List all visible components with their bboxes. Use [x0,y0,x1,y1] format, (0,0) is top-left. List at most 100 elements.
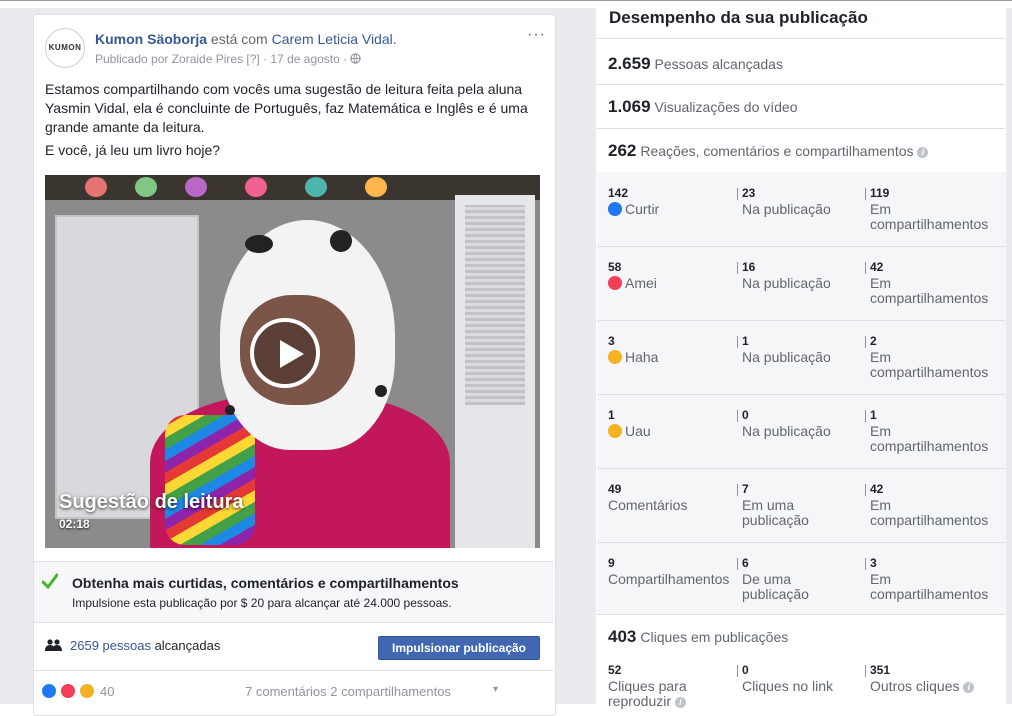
metric-label: Visualizações do vídeo [654,99,798,115]
cell-label: Em compartilhamentos [870,497,989,528]
with-text: está com [207,31,272,47]
video-player[interactable]: Sugestão de leitura 02:18 [45,175,540,548]
video-scene [375,385,387,397]
cell-value: 42 [870,260,884,274]
post-header: Kumon Säoborja está com Carem Leticia Vi… [95,30,397,48]
cell-value: 49 [608,482,622,496]
cell-value: 6 [742,556,749,570]
divider [865,188,866,200]
cell-label: Cliques para reproduzir i [608,679,728,709]
cell-label: Curtir [608,202,736,217]
metric-value: 1.069 [608,97,651,116]
post-paragraph: Estamos compartilhando com vocês uma sug… [45,81,528,135]
engagement-breakdown [597,172,1006,614]
divider [737,188,738,200]
breakdown-shares-cell: 2 Em compartilhamentos [870,334,1000,380]
metric-value: 403 [608,627,637,646]
breakdown-total-cell: 3 Haha [608,334,736,365]
cell-label: Na publicação [742,423,831,439]
cell-value: 9 [608,556,615,570]
divider [34,670,553,671]
breakdown-post-cell: 23 Na publicação [742,186,854,217]
divider [737,410,738,422]
divider [865,336,866,348]
divider [865,665,866,677]
cell-label: Na publicação [742,275,831,291]
cell-value: 119 [870,186,890,200]
like-icon [608,202,622,216]
cell-value: 1 [608,408,615,422]
video-scene [330,230,352,252]
haha-reaction-icon [79,683,95,699]
clicks-play-cell: 52 Cliques para reproduzir i [608,663,728,709]
love-icon [608,276,622,290]
post-text: Estamos compartilhando com vocês uma sug… [45,80,545,164]
cell-value: 3 [608,334,615,348]
divider [598,542,1005,543]
cell-value: 52 [608,663,622,677]
video-scene [165,415,255,545]
divider [597,614,1005,615]
reach-suffix: alcançadas [150,638,221,653]
metric-label: Cliques em publicações [640,629,789,645]
cell-label: Em compartilhamentos [870,349,989,380]
divider [597,84,1005,85]
clicks-link-cell: 0 Cliques no link [742,663,857,694]
page-avatar[interactable]: KUMON [45,28,85,68]
video-scene [135,177,157,197]
people-icon [45,639,62,651]
metric-label: Pessoas alcançadas [654,56,783,72]
cell-label: Outros cliques i [870,679,1000,694]
page-name-link[interactable]: Kumon Säoborja [95,31,207,47]
breakdown-total-cell: 9 Compartilhamentos [608,556,736,587]
divider [865,484,866,496]
cell-label-text: Uau [625,423,651,439]
cell-value: 0 [742,663,749,677]
comments-shares-link[interactable]: 7 comentários 2 compartilhamentos [245,684,451,699]
breakdown-shares-cell: 42 Em compartilhamentos [870,482,1000,528]
checkmark-icon [42,573,58,589]
top-border [0,0,1012,1]
info-icon[interactable]: i [674,697,686,708]
cell-label: De uma publicação [742,571,809,602]
cell-label: Em compartilhamentos [870,571,989,602]
clicks-other-cell: 351 Outros cliques i [870,663,1000,694]
cell-label: Em compartilhamentos [870,201,989,232]
reach-count-link[interactable]: 2659 pessoas [70,638,151,653]
reach-summary: 2659 pessoas alcançadas [70,638,220,653]
video-scene [245,235,273,253]
more-options-button[interactable]: ··· [527,26,546,44]
cell-label: Compartilhamentos [608,572,736,587]
breakdown-post-cell: 6 De uma publicação [742,556,854,602]
divider [737,665,738,677]
cell-label-text: Compartilhamentos [608,571,730,587]
breakdown-shares-cell: 1 Em compartilhamentos [870,408,1000,454]
cell-label-text: Curtir [625,201,660,217]
info-icon[interactable]: i [963,682,975,693]
cell-label: Em compartilhamentos [870,423,989,454]
info-icon[interactable]: i [917,147,929,158]
video-scene [305,177,327,197]
cell-value: 3 [870,556,877,570]
divider [737,336,738,348]
cell-value: 58 [608,260,622,274]
divider [598,320,1005,321]
video-scene [245,177,267,197]
cell-value: 1 [742,334,749,348]
breakdown-total-cell: 1 Uau [608,408,736,439]
breakdown-shares-cell: 3 Em compartilhamentos [870,556,1000,602]
panel-title: Desempenho da sua publicação [609,8,868,27]
boost-title: Obtenha mais curtidas, comentários e com… [72,575,459,591]
chevron-down-icon[interactable]: ▾ [493,684,498,695]
tagged-person-link[interactable]: Carem Leticia Vidal. [272,31,397,47]
boost-post-button[interactable]: Impulsionar publicação [378,636,540,660]
video-duration: 02:18 [59,517,90,531]
cell-value: 0 [742,408,749,422]
divider [737,262,738,274]
divider [597,128,1005,129]
cell-label: Haha [608,350,736,365]
like-reaction-icon [41,683,57,699]
play-button[interactable] [250,318,320,388]
cell-label-text: Haha [625,349,659,365]
reactions-count-link[interactable]: 40 [100,684,114,699]
